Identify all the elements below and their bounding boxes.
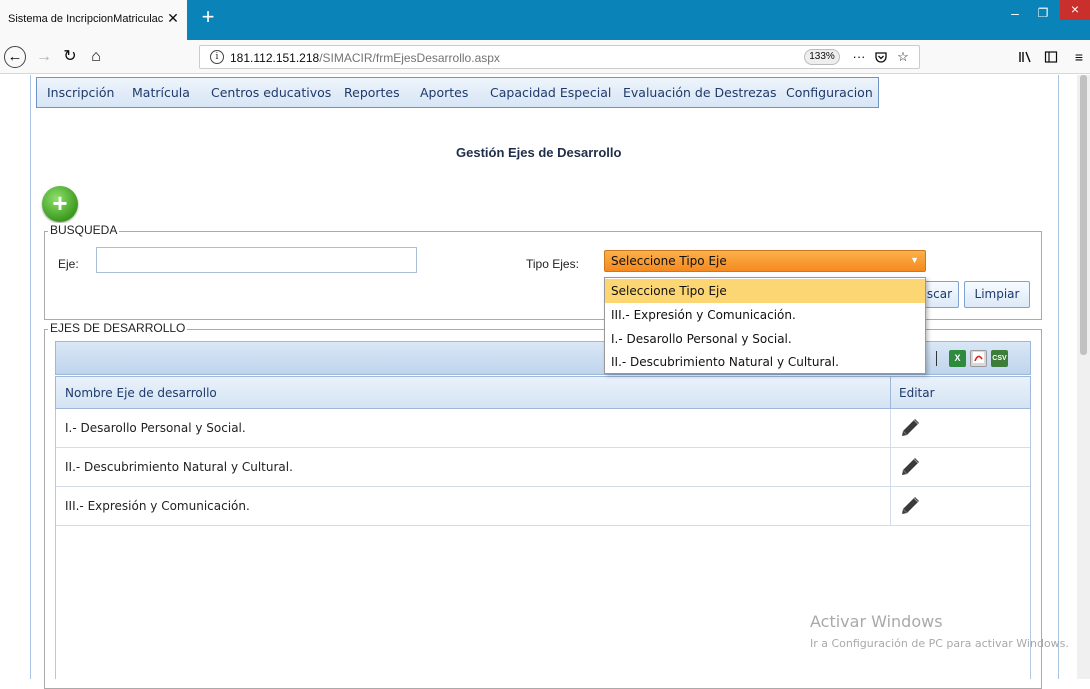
row-separator <box>890 409 891 447</box>
tab-close-icon[interactable]: ✕ <box>165 10 181 26</box>
page-content: Inscripción Matrícula Centros educativos… <box>0 75 1090 689</box>
main-menu-bar: Inscripción Matrícula Centros educativos… <box>36 77 879 108</box>
column-header-edit: Editar <box>899 386 935 400</box>
limpiar-button[interactable]: Limpiar <box>964 281 1030 308</box>
ejes-legend: EJES DE DESARROLLO <box>48 321 188 335</box>
tipo-ejes-selected: Seleccione Tipo Eje <box>611 254 727 268</box>
content-border <box>1058 75 1059 679</box>
row-name: III.- Expresión y Comunicación. <box>65 499 250 513</box>
bookmark-star-icon[interactable]: ☆ <box>894 48 912 66</box>
menu-item-centros-educativos[interactable]: Centros educativos <box>211 85 331 100</box>
url-text: 181.112.151.218/SIMACIR/frmEjesDesarroll… <box>230 51 500 65</box>
dropdown-option[interactable]: Seleccione Tipo Eje <box>605 279 925 303</box>
column-separator <box>890 377 891 408</box>
pencil-edit-icon[interactable] <box>898 494 922 518</box>
row-name: II.- Descubrimiento Natural y Cultural. <box>65 460 293 474</box>
info-icon[interactable]: i <box>210 50 224 64</box>
grid-header: Nombre Eje de desarrollo Editar <box>55 376 1031 409</box>
zoom-level[interactable]: 133% <box>804 49 840 65</box>
excel-icon[interactable]: X <box>949 350 966 367</box>
tipo-ejes-label: Tipo Ejes: <box>526 257 579 271</box>
table-row: III.- Expresión y Comunicación. <box>56 487 1030 526</box>
tab-title: Sistema de IncripcionMatriculación <box>8 13 163 25</box>
row-separator <box>890 487 891 525</box>
url-bar[interactable]: i 181.112.151.218/SIMACIR/frmEjesDesarro… <box>199 45 920 69</box>
content-border <box>30 75 31 679</box>
scrollbar-thumb[interactable] <box>1080 75 1087 355</box>
new-tab-button[interactable]: + <box>196 6 220 30</box>
url-path: /SIMACIR/frmEjesDesarrollo.aspx <box>319 51 500 65</box>
tipo-ejes-select[interactable]: Seleccione Tipo Eje ▼ <box>604 250 926 272</box>
table-row: II.- Descubrimiento Natural y Cultural. <box>56 448 1030 487</box>
menu-item-inscripcion[interactable]: Inscripción <box>47 85 114 100</box>
back-arrow-icon[interactable]: ← <box>4 46 26 68</box>
browser-nav-bar: ← → ↻ ⌂ i 181.112.151.218/SIMACIR/frmEje… <box>0 40 1090 74</box>
menu-item-matricula[interactable]: Matrícula <box>132 85 190 100</box>
dropdown-option[interactable]: II.- Descubrimiento Natural y Cultural. <box>605 350 925 374</box>
menu-item-evaluacion-destrezas[interactable]: Evaluación de Destrezas <box>623 85 777 100</box>
toolbar-separator <box>936 351 937 366</box>
forward-arrow-icon[interactable]: → <box>32 45 56 69</box>
row-name: I.- Desarollo Personal y Social. <box>65 421 246 435</box>
menu-item-configuracion[interactable]: Configuracion <box>786 85 873 100</box>
menu-item-aportes[interactable]: Aportes <box>420 85 468 100</box>
menu-item-reportes[interactable]: Reportes <box>344 85 400 100</box>
busqueda-legend: BUSQUEDA <box>48 223 120 237</box>
eje-label: Eje: <box>58 257 79 271</box>
home-icon[interactable]: ⌂ <box>84 45 108 69</box>
menu-item-capacidad-especial[interactable]: Capacidad Especial <box>490 85 611 100</box>
chevron-down-icon: ▼ <box>910 255 919 265</box>
tipo-ejes-dropdown: Seleccione Tipo Eje III.- Expresión y Co… <box>604 277 926 374</box>
column-header-name[interactable]: Nombre Eje de desarrollo <box>65 386 217 400</box>
url-host: 181.112.151.218 <box>230 51 320 65</box>
minimize-icon[interactable]: – <box>1003 6 1027 22</box>
browser-tab-bar: Sistema de IncripcionMatriculación ✕ + –… <box>0 0 1090 40</box>
browser-tab[interactable]: Sistema de IncripcionMatriculación ✕ <box>0 0 187 40</box>
eje-input[interactable] <box>96 247 417 273</box>
maximize-icon[interactable]: ❐ <box>1031 6 1055 22</box>
reload-icon[interactable]: ↻ <box>58 45 82 69</box>
csv-icon[interactable]: CSV <box>991 350 1008 367</box>
activate-windows-subtitle: Ir a Configuración de PC para activar Wi… <box>810 637 1069 650</box>
hamburger-menu-icon[interactable]: ≡ <box>1068 45 1090 69</box>
table-row: I.- Desarollo Personal y Social. <box>56 409 1030 448</box>
page-title-text: Gestión Ejes de Desarrollo <box>456 145 622 160</box>
more-actions-icon[interactable]: ··· <box>850 48 868 66</box>
pencil-edit-icon[interactable] <box>898 455 922 479</box>
window-close-icon[interactable]: × <box>1060 0 1090 20</box>
library-icon[interactable] <box>1014 45 1036 69</box>
sidebar-icon[interactable] <box>1040 45 1062 69</box>
pencil-edit-icon[interactable] <box>898 416 922 440</box>
row-separator <box>890 448 891 486</box>
dropdown-option[interactable]: I.- Desarollo Personal y Social. <box>605 327 925 351</box>
add-icon[interactable]: + <box>42 186 78 222</box>
dropdown-option[interactable]: III.- Expresión y Comunicación. <box>605 303 925 327</box>
pdf-icon[interactable] <box>970 350 987 367</box>
pocket-icon[interactable] <box>872 48 890 66</box>
activate-windows-title: Activar Windows <box>810 612 943 631</box>
